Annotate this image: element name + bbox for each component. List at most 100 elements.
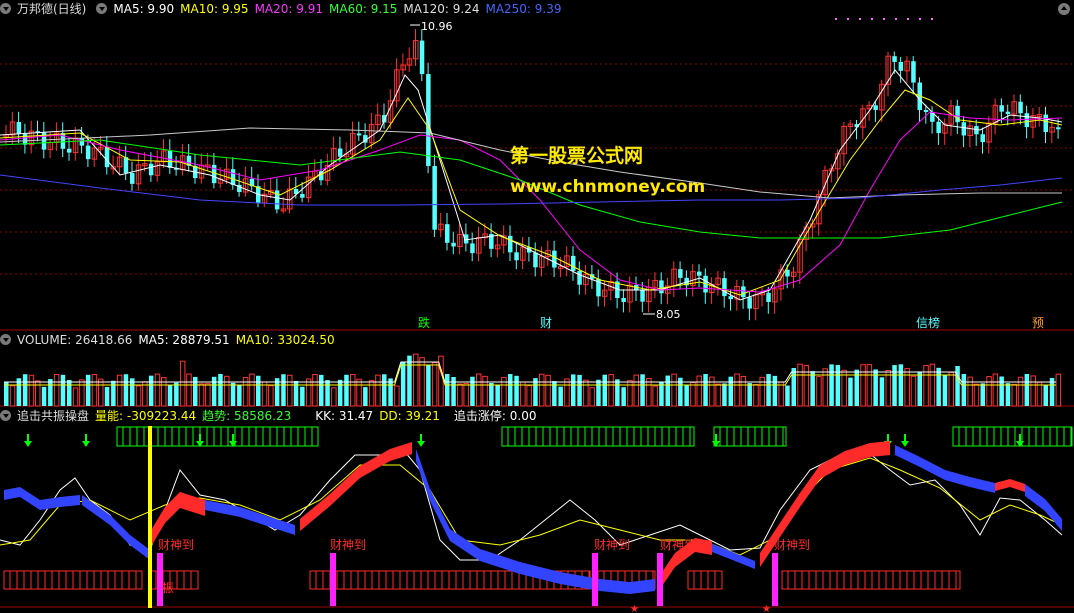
- volume-bar: [520, 381, 526, 407]
- volume-bar: [526, 385, 532, 407]
- volume-bar: [60, 374, 66, 406]
- signal-caishendao: 财神到: [660, 538, 697, 552]
- volume-bar: [866, 364, 873, 407]
- down-arrow-icon: [82, 441, 90, 447]
- volume-bar: [368, 380, 375, 407]
- volume-bar: [431, 362, 438, 407]
- star-icon: ★: [630, 604, 639, 613]
- volume-bar: [489, 382, 494, 406]
- candle-body: [16, 122, 22, 135]
- event-tag-cai[interactable]: 财: [538, 316, 554, 330]
- signal-bar: [592, 553, 598, 606]
- volume-bar: [256, 375, 261, 406]
- volume-bar: [621, 387, 626, 406]
- volume-bar: [936, 367, 941, 406]
- volume-bar: [822, 368, 828, 407]
- volume-bar: [281, 374, 286, 406]
- volume-bar: [463, 383, 469, 407]
- volume-bar: [1043, 385, 1048, 406]
- signal-dot: [859, 18, 861, 20]
- volume-bar: [218, 374, 223, 406]
- volume-bar: [829, 364, 834, 406]
- volume-bar: [470, 376, 475, 406]
- volume-bar: [224, 375, 230, 407]
- volume-bar: [728, 376, 733, 406]
- volume-bar: [91, 374, 98, 407]
- signal-dot: [871, 18, 873, 20]
- volume-bar: [382, 374, 387, 406]
- volume-bar: [690, 381, 696, 407]
- volume-bar: [980, 383, 985, 406]
- volume-bar: [589, 387, 595, 407]
- volume-bar: [331, 387, 337, 407]
- candle-body: [892, 56, 897, 62]
- volume-bar: [615, 379, 620, 406]
- volume-bar: [558, 386, 563, 406]
- signal-caishendao: 财神到: [774, 538, 811, 552]
- candle-body: [67, 148, 72, 153]
- trend-ribbon: [1025, 484, 1062, 531]
- candle-body: [123, 157, 129, 174]
- signal-caishendao: 财神到: [330, 538, 367, 552]
- indicator2-menu-icon[interactable]: [0, 410, 11, 421]
- volume-bar: [948, 371, 954, 407]
- volume-bar: [539, 373, 545, 407]
- volume-bar: [835, 364, 841, 406]
- volume-bar: [885, 370, 891, 407]
- candle-body: [1005, 111, 1011, 115]
- candle-body: [533, 252, 538, 268]
- volume-bar: [778, 381, 784, 407]
- volume-bar: [261, 381, 268, 407]
- volume-bar: [193, 376, 198, 406]
- signal-dot: [835, 18, 837, 20]
- volume-bar: [79, 379, 85, 407]
- kline-chart-canvas[interactable]: 10.96 8.05 ★ ★: [0, 0, 1074, 613]
- volume-bar: [841, 369, 847, 407]
- volume-bar: [41, 386, 47, 406]
- volume-bar: [602, 374, 607, 406]
- volume-bar: [123, 374, 129, 406]
- volume-bar: [879, 377, 885, 406]
- volume-bar: [375, 374, 381, 407]
- volume-bar: [48, 379, 53, 406]
- volume-bar: [684, 385, 689, 406]
- candle-body: [766, 292, 771, 302]
- event-tag-xinbang[interactable]: 信榜: [914, 316, 942, 330]
- event-tag-die[interactable]: 跌: [416, 316, 432, 330]
- volume-bar: [816, 376, 822, 407]
- signal-box: [116, 426, 319, 447]
- signal-box: [687, 570, 723, 590]
- star-icon: ★: [762, 604, 771, 613]
- candle-body: [936, 121, 941, 134]
- candle-body: [514, 252, 519, 261]
- volume-bar: [268, 385, 274, 407]
- volume-bar: [495, 384, 500, 406]
- candle-body: [577, 270, 582, 285]
- candle-body: [722, 278, 727, 297]
- candle-body: [659, 280, 664, 294]
- event-tag-yu[interactable]: 预: [1030, 316, 1046, 330]
- candle-body: [980, 134, 985, 143]
- volume-bar: [785, 385, 790, 406]
- qushi-value: 趋势: 58586.23: [202, 409, 292, 423]
- volume-bar: [734, 373, 740, 407]
- volume-bar: [148, 375, 154, 406]
- volume-menu-icon[interactable]: [0, 334, 11, 345]
- candle-body: [1018, 101, 1023, 114]
- volume-bar: [476, 373, 482, 407]
- volume-bar: [772, 375, 778, 406]
- indicator-header: 追击共振操盘 量能: -309223.44 趋势: 58586.23 KK: 31.4…: [0, 407, 542, 425]
- volume-bar: [451, 376, 456, 406]
- volume-bar: [904, 368, 910, 407]
- signal-box: [952, 426, 1073, 447]
- volume-bar: [28, 374, 35, 407]
- signal-dot: [907, 18, 909, 20]
- volume-bar: [154, 373, 161, 407]
- volume-bar: [205, 383, 211, 407]
- candle-body: [1024, 113, 1030, 128]
- watermark-url: www.chnmoney.com: [510, 177, 706, 197]
- volume-bar: [709, 376, 715, 407]
- volume-bar: [722, 383, 727, 406]
- volume-bar: [237, 384, 242, 406]
- candle-body: [1056, 127, 1061, 130]
